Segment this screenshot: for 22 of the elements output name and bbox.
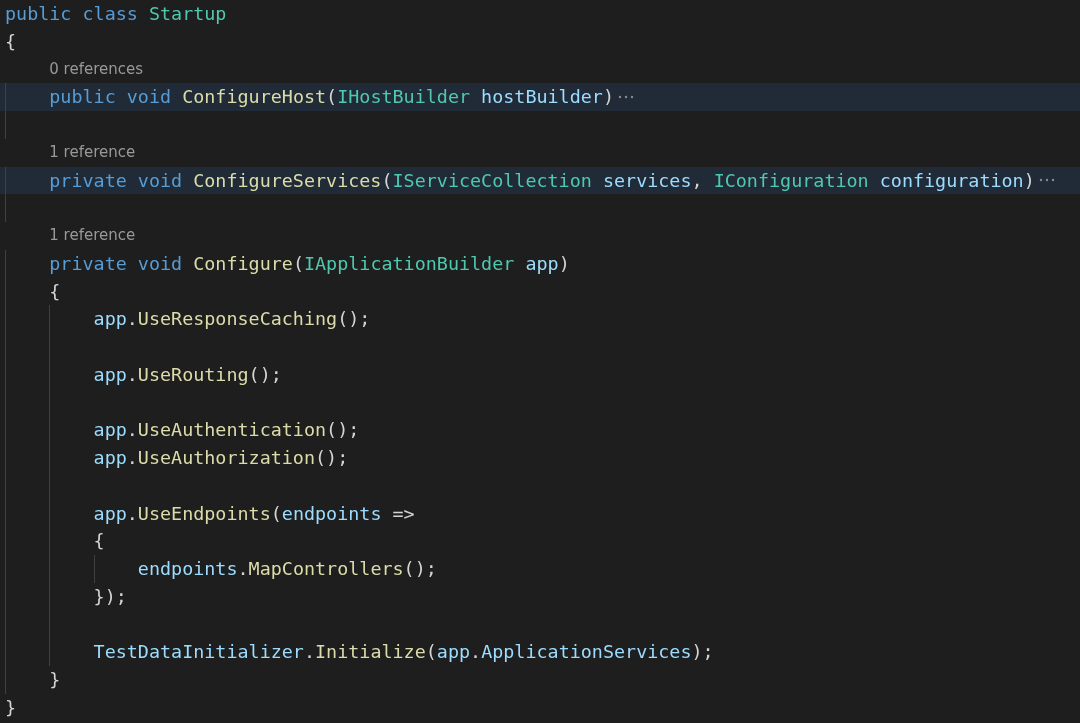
ellipsis-icon[interactable] [1038,177,1055,184]
code-line: { [49,279,61,304]
code-line: endpoints.MapControllers(); [137,557,437,581]
code-line: { [93,529,105,554]
code-line: private void ConfigureServices(IServiceCollection services, IConfiguration configuration) [49,168,1035,193]
reference-count[interactable]: 1 reference [49,138,136,167]
code-line: app.UseAuthorization(); [93,446,349,470]
code-line: app.UseResponseCaching(); [93,307,371,332]
code-line: TestDataInitializer.Initialize(app.ApplicationServices); [93,640,714,665]
reference-count[interactable]: 0 references [49,55,144,84]
code-line: public class Startup [5,2,227,26]
code-line: app.UseAuthentication(); [93,418,360,443]
code-line: public void ConfigureHost(IHostBuilder hostBuilder) [49,85,614,110]
code-line: }); [93,584,127,609]
reference-count[interactable]: 1 reference [49,222,136,250]
code-line: } [49,668,61,692]
code-line: { [5,29,17,54]
code-line: } [5,695,17,720]
ellipsis-icon[interactable] [618,94,634,101]
code-line: app.UseEndpoints(endpoints => [93,501,415,526]
code-line: private void Configure(IApplicationBuilder app) [49,251,570,276]
code-line: app.UseRouting(); [93,362,282,387]
